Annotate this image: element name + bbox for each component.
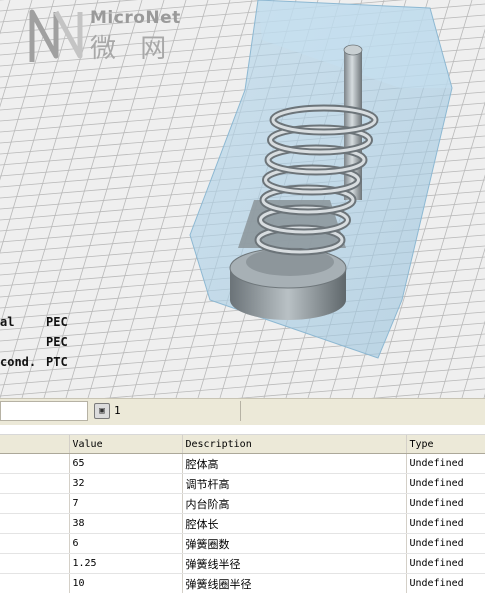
cell-description[interactable]: 弹簧圈数 (182, 533, 407, 554)
table-row[interactable]: 7 内台阶高 Undefined (0, 493, 485, 514)
cell-description[interactable]: 弹簧线半径 (182, 553, 407, 574)
column-header-name[interactable] (0, 435, 70, 454)
logo-brand-text: MicroNet (90, 8, 181, 28)
legend-value: PEC (46, 335, 68, 349)
legend-name (0, 332, 46, 352)
cell-value[interactable]: 32 (69, 473, 183, 494)
3d-viewport[interactable]: MicroNet 微 网 al PEC PEC cond. PTC (0, 0, 485, 398)
table-row[interactable]: 32 调节杆高 Undefined (0, 473, 485, 494)
bottom-toolbar: ▣ 1 (0, 398, 485, 426)
cell-name[interactable] (0, 553, 70, 574)
cell-value[interactable]: 10 (69, 573, 183, 593)
cell-value[interactable]: 7 (69, 493, 183, 514)
toolbar-input[interactable] (0, 401, 88, 421)
cell-value[interactable]: 1.25 (69, 553, 183, 574)
cell-description[interactable]: 腔体长 (182, 513, 407, 534)
column-header-type[interactable]: Type (406, 435, 485, 454)
cell-name[interactable] (0, 453, 70, 474)
cell-name[interactable] (0, 513, 70, 534)
cell-type[interactable]: Undefined (406, 453, 485, 474)
inner-step-cylinder (229, 247, 347, 320)
table-row[interactable]: 6 弹簧圈数 Undefined (0, 533, 485, 554)
legend-name: cond. (0, 355, 37, 369)
cell-name[interactable] (0, 533, 70, 554)
variables-table: Value Description Type 65 腔体高 Undefined … (0, 435, 485, 593)
legend-value: PEC (46, 315, 68, 329)
legend-name: al (0, 315, 15, 329)
legend-value: PTC (46, 355, 68, 369)
micronet-logo-icon (29, 9, 83, 62)
legend-row: al PEC (0, 312, 86, 332)
cell-name[interactable] (0, 493, 70, 514)
cell-type[interactable]: Undefined (406, 533, 485, 554)
column-header-description[interactable]: Description (182, 435, 407, 454)
cell-description[interactable]: 腔体高 (182, 453, 407, 474)
cell-description[interactable]: 内台阶高 (182, 493, 407, 514)
table-spacer (0, 425, 485, 435)
legend-row: PEC (0, 332, 86, 352)
properties-table-panel: Value Description Type 65 腔体高 Undefined … (0, 425, 485, 593)
table-row[interactable]: 10 弹簧线圈半径 Undefined (0, 573, 485, 593)
cell-description[interactable]: 弹簧线圈半径 (182, 573, 407, 593)
table-header-row: Value Description Type (0, 435, 485, 454)
cell-type[interactable]: Undefined (406, 513, 485, 534)
cell-value[interactable]: 6 (69, 533, 183, 554)
window-tab-label: 1 (114, 404, 121, 417)
cell-description[interactable]: 调节杆高 (182, 473, 407, 494)
boundary-legend: al PEC PEC cond. PTC (0, 312, 86, 372)
cell-type[interactable]: Undefined (406, 553, 485, 574)
cell-type[interactable]: Undefined (406, 473, 485, 494)
table-row[interactable]: 1.25 弹簧线半径 Undefined (0, 553, 485, 574)
table-row[interactable]: 38 腔体长 Undefined (0, 513, 485, 534)
cell-type[interactable]: Undefined (406, 573, 485, 593)
cell-type[interactable]: Undefined (406, 493, 485, 514)
cell-value[interactable]: 38 (69, 513, 183, 534)
legend-row: cond. PTC (0, 352, 86, 372)
column-header-value[interactable]: Value (69, 435, 183, 454)
table-row[interactable]: 65 腔体高 Undefined (0, 453, 485, 474)
window-tab[interactable]: ▣ 1 (92, 401, 241, 421)
window-icon: ▣ (94, 403, 110, 419)
cell-name[interactable] (0, 573, 70, 593)
cell-name[interactable] (0, 473, 70, 494)
cell-value[interactable]: 65 (69, 453, 183, 474)
logo-brand-cn: 微 网 (90, 34, 175, 64)
